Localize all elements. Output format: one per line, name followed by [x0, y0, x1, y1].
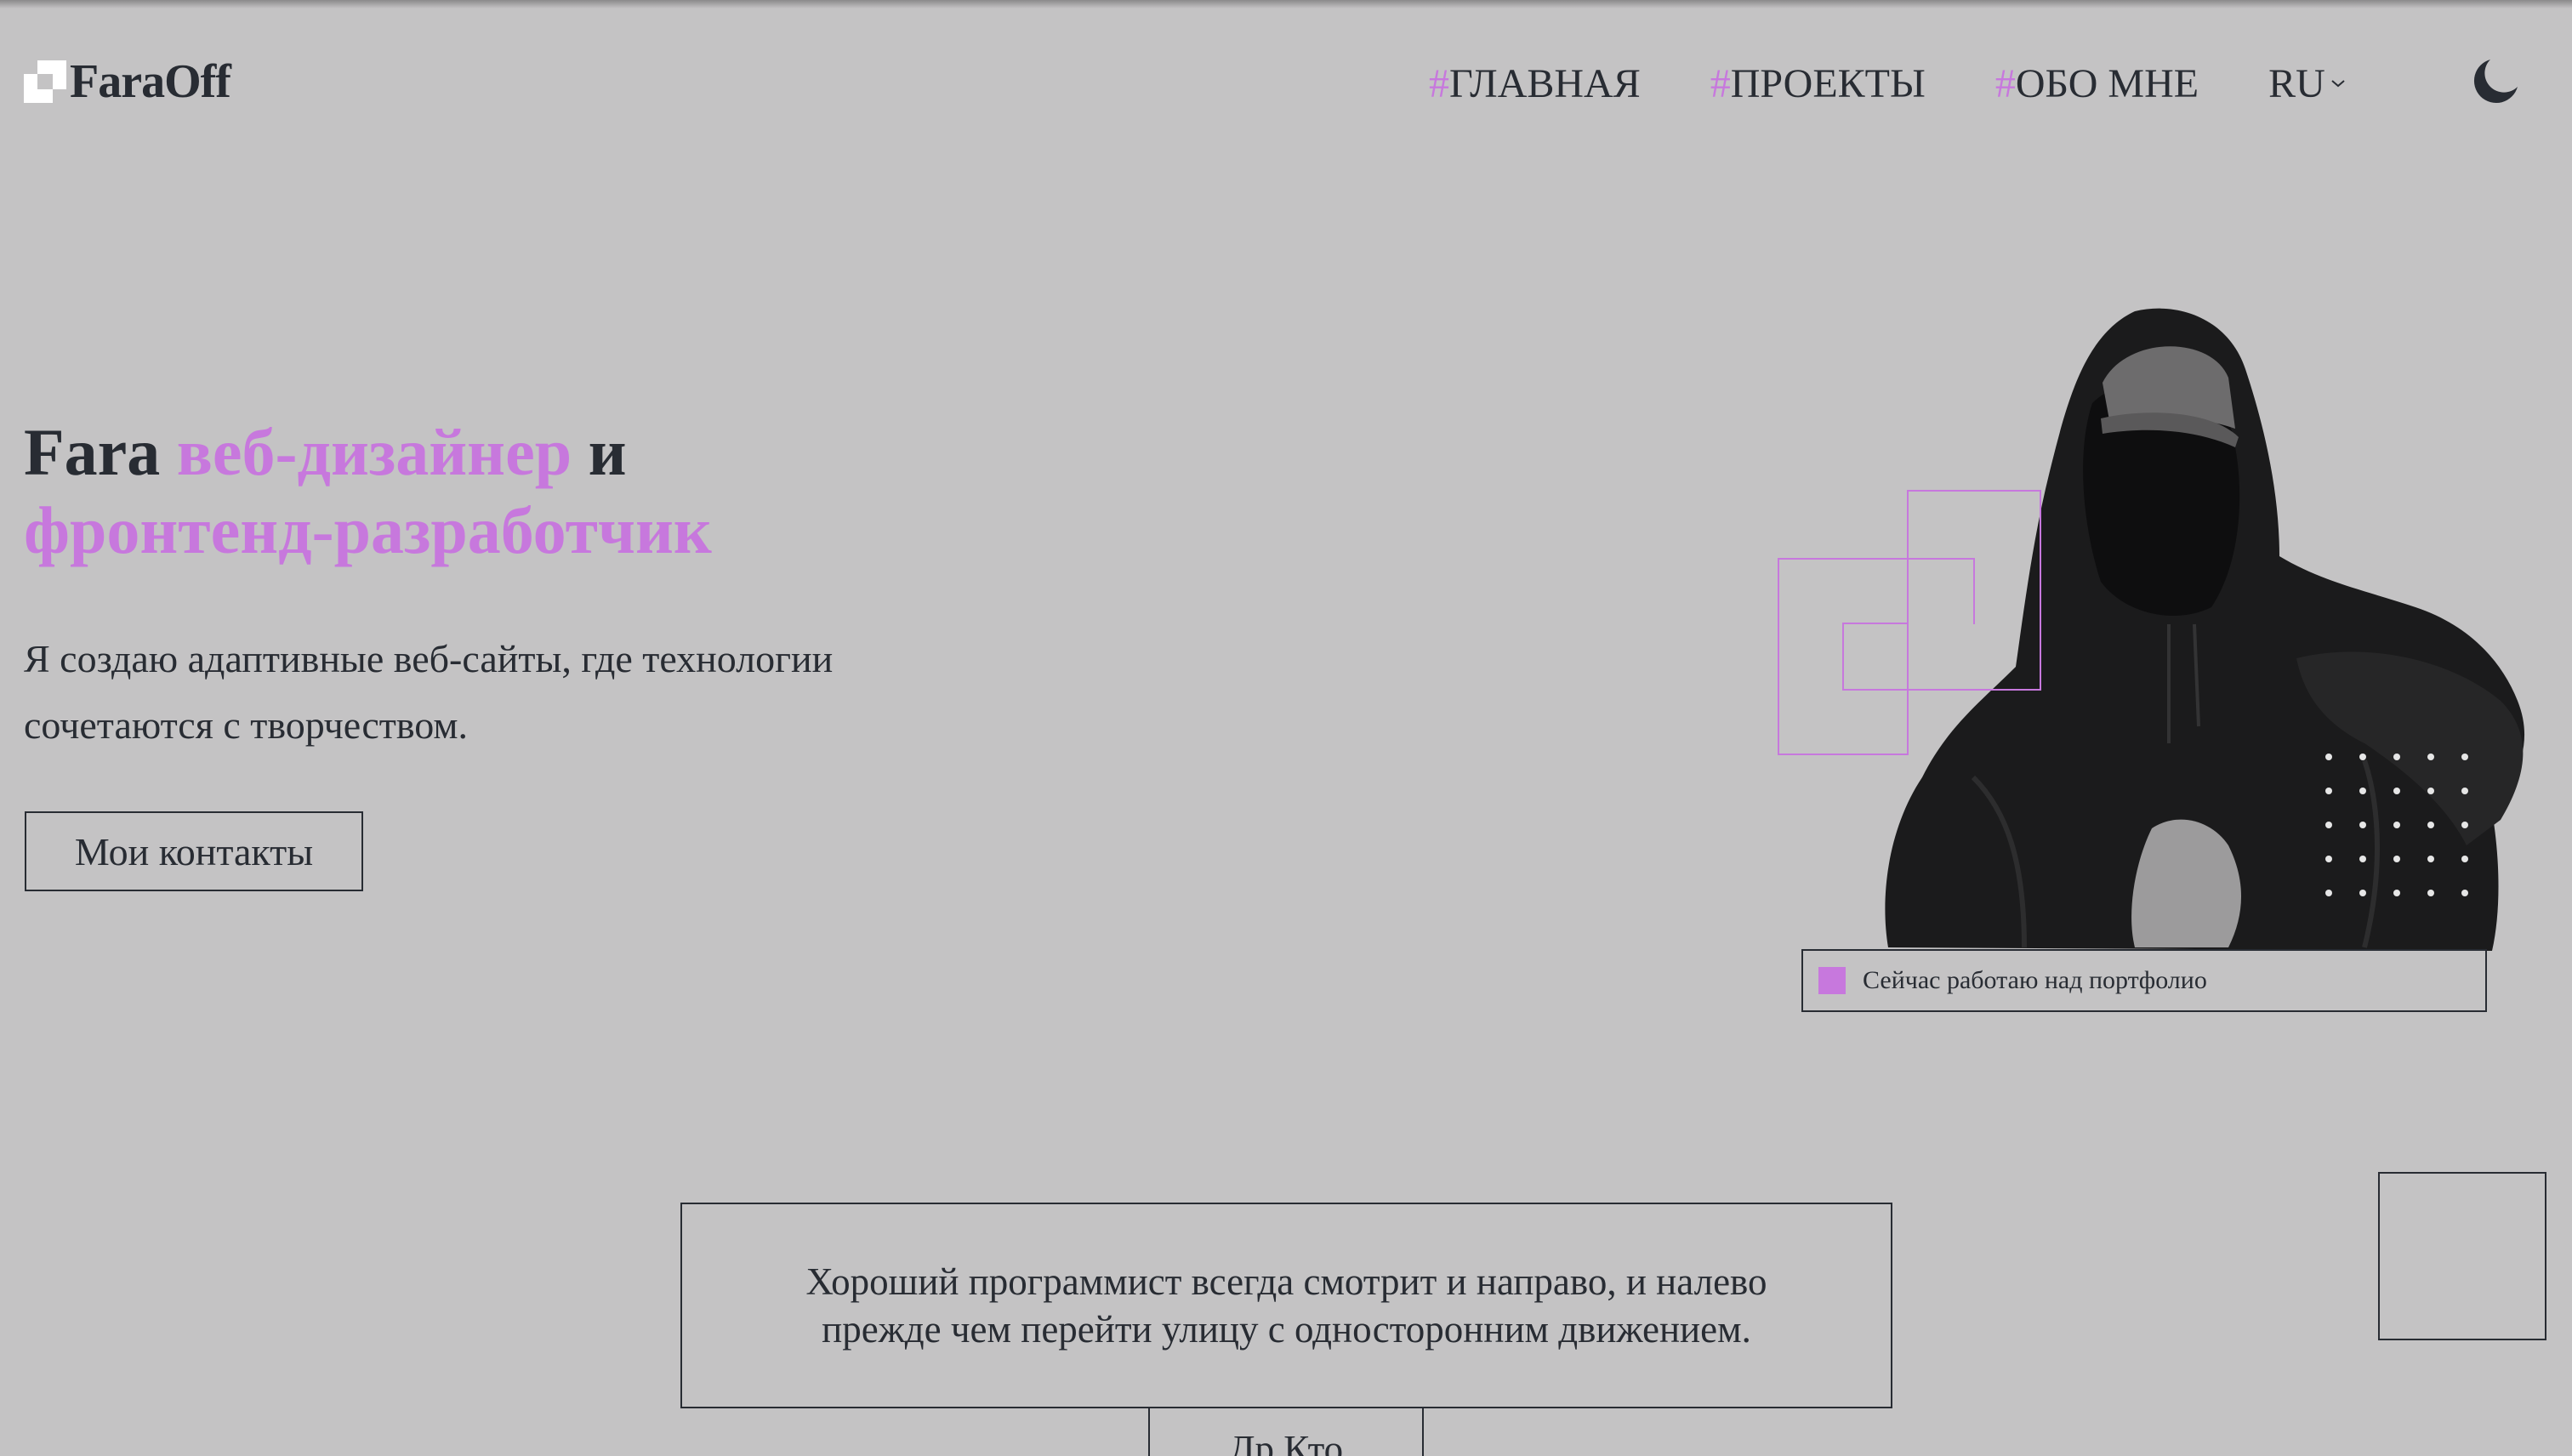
nav-item-projects[interactable]: #ПРОЕКТЫ: [1710, 60, 1926, 107]
logo-icon: [24, 60, 66, 103]
hero-name: Fara: [24, 415, 161, 489]
nav-label: ГЛАВНАЯ: [1449, 60, 1641, 106]
logo[interactable]: FaraOff: [24, 55, 231, 108]
top-shadow: [0, 0, 2572, 9]
hero-role-designer: веб-дизайнер: [176, 415, 572, 489]
quote-author: Др.Кто: [1148, 1407, 1424, 1456]
decor-outline-square: [1842, 623, 1909, 691]
logo-text: FaraOff: [70, 55, 231, 108]
language-label: RU: [2268, 60, 2325, 106]
nav-hash: #: [1429, 60, 1449, 106]
nav-hash: #: [1994, 60, 2016, 106]
status-badge: Сейчас работаю над портфолио: [1801, 949, 2487, 1012]
theme-toggle-button[interactable]: [2472, 56, 2521, 105]
nav-item-about[interactable]: #ОБО МНЕ: [1995, 60, 2199, 107]
nav-item-home[interactable]: #ГЛАВНАЯ: [1429, 60, 1641, 107]
moon-icon: [2473, 60, 2518, 104]
quote-text: Хороший программист всегда смотрит и нап…: [805, 1260, 1767, 1351]
hero-title: Fara веб-дизайнер и фронтенд-разработчик: [24, 413, 874, 570]
nav-hash: #: [1710, 60, 1731, 106]
language-select[interactable]: RU: [2268, 60, 2346, 107]
quote-box: Хороший программист всегда смотрит и нап…: [680, 1203, 1892, 1408]
hero-and: и: [588, 415, 627, 489]
nav-label: ПРОЕКТЫ: [1730, 60, 1926, 106]
status-text: Сейчас работаю над портфолио: [1863, 966, 2207, 994]
hero-description: Я создаю адаптивные веб-сайты, где техно…: [24, 637, 834, 747]
chevron-down-icon: [2331, 80, 2345, 88]
decor-square: [2378, 1172, 2546, 1340]
contacts-button[interactable]: Мои контакты: [25, 811, 363, 891]
hero-role-developer: фронтенд-разработчик: [24, 493, 712, 567]
main-nav: #ГЛАВНАЯ #ПРОЕКТЫ #ОБО МНЕ RU: [1429, 58, 2427, 109]
nav-label: ОБО МНЕ: [2015, 60, 2199, 106]
status-indicator: [1818, 967, 1846, 994]
dot-grid-decoration: [2325, 754, 2468, 896]
